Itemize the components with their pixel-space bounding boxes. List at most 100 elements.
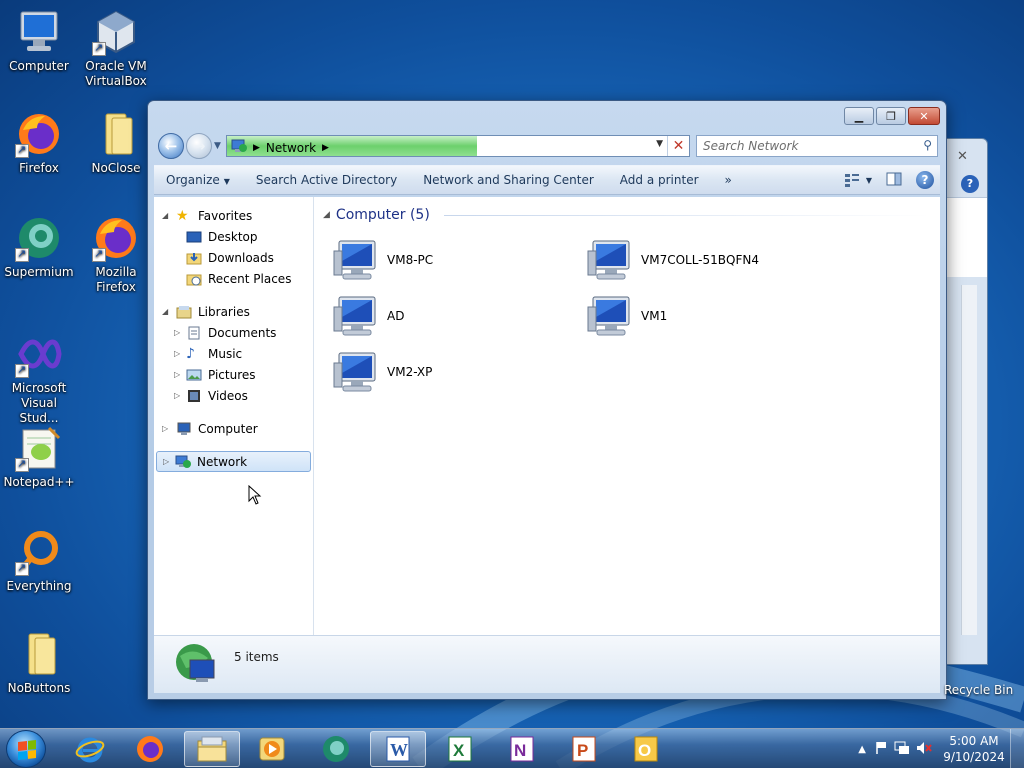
svg-text:O: O <box>638 741 651 760</box>
star-icon: ★ <box>176 207 189 224</box>
address-bar[interactable]: ▶ Network ▶ ▼ ✕ <box>226 135 690 157</box>
network-computer-item[interactable]: VM8-PC <box>333 237 573 283</box>
downloads-folder-icon <box>186 251 202 265</box>
desktop-icon <box>186 230 202 244</box>
collapse-triangle-icon[interactable]: ◢ <box>323 210 330 220</box>
collapsed-triangle-icon[interactable]: ▷ <box>163 457 169 466</box>
nav-libraries[interactable]: ◢ Libraries <box>154 301 313 322</box>
more-commands-button[interactable]: » <box>713 173 746 187</box>
desktop-icon-virtualbox[interactable]: Oracle VM VirtualBox <box>78 8 154 89</box>
desktop-icon-noclose[interactable]: NoClose <box>78 110 154 176</box>
desktop-icon-everything[interactable]: Everything <box>1 528 77 594</box>
network-computer-item[interactable]: VM2-XP <box>333 349 573 395</box>
breadcrumb-chevron-icon[interactable]: ▶ <box>322 143 329 153</box>
desktop-icon-label: Supermium <box>4 265 74 279</box>
desktop-icon-computer[interactable]: Computer <box>1 8 77 74</box>
volume-muted-icon[interactable] <box>916 741 932 758</box>
taskbar-media-player[interactable] <box>244 731 300 767</box>
videos-icon <box>186 389 202 403</box>
address-dropdown-icon[interactable]: ▼ <box>656 139 663 149</box>
network-computer-item[interactable]: VM7COLL-51BQFN4 <box>587 237 827 283</box>
taskbar-onenote[interactable]: N <box>494 731 550 767</box>
start-button[interactable] <box>6 730 46 768</box>
nav-documents[interactable]: ▷ Documents <box>154 322 313 343</box>
desktop-icon-label: Mozilla Firefox <box>95 265 137 294</box>
show-desktop-button[interactable] <box>1010 729 1024 768</box>
back-button[interactable]: ← <box>158 133 184 159</box>
action-center-flag-icon[interactable] <box>874 741 888 758</box>
show-hidden-icons-button[interactable]: ▲ <box>858 744 866 755</box>
network-computer-icon <box>333 351 379 393</box>
word-icon: W <box>386 736 410 762</box>
close-button[interactable]: ✕ <box>908 107 940 125</box>
desktop-icon-visual-studio[interactable]: Microsoft Visual Stud... <box>1 330 77 426</box>
svg-text:X: X <box>453 741 465 760</box>
desktop-icon-label: Oracle VM VirtualBox <box>85 59 147 88</box>
network-globe-icon <box>172 640 220 691</box>
desktop-icon-firefox[interactable]: Firefox <box>1 110 77 176</box>
details-pane: 5 items <box>154 635 940 693</box>
desktop-icon-mozilla-firefox[interactable]: Mozilla Firefox <box>78 214 154 295</box>
nav-desktop[interactable]: Desktop <box>154 226 313 247</box>
scrollbar[interactable] <box>961 285 977 635</box>
nav-videos[interactable]: ▷ Videos <box>154 385 313 406</box>
network-sharing-center-button[interactable]: Network and Sharing Center <box>411 173 608 187</box>
clock[interactable]: 5:00 AM 9/10/2024 <box>938 733 1010 765</box>
search-box[interactable]: ⚲ <box>696 135 938 157</box>
restore-button[interactable]: ❐ <box>876 107 906 125</box>
breadcrumb-network[interactable]: Network <box>266 141 316 155</box>
collapsed-triangle-icon[interactable]: ▷ <box>174 349 180 358</box>
expanded-triangle-icon[interactable]: ◢ <box>162 307 168 316</box>
recent-pages-dropdown[interactable]: ▼ <box>214 141 221 151</box>
recent-places-icon <box>186 272 202 286</box>
search-icon[interactable]: ⚲ <box>923 138 932 152</box>
network-computer-item[interactable]: AD <box>333 293 573 339</box>
recycle-bin-label[interactable]: Recycle Bin <box>944 683 1013 697</box>
nav-pictures[interactable]: ▷ Pictures <box>154 364 313 385</box>
desktop-icon-supermium[interactable]: Supermium <box>1 214 77 280</box>
taskbar-outlook[interactable]: O <box>618 731 674 767</box>
taskbar-powerpoint[interactable]: P <box>556 731 612 767</box>
collapsed-triangle-icon[interactable]: ▷ <box>174 391 180 400</box>
add-printer-button[interactable]: Add a printer <box>608 173 713 187</box>
breadcrumb-chevron-icon[interactable]: ▶ <box>253 143 260 153</box>
nav-favorites[interactable]: ◢ ★ Favorites <box>154 205 313 226</box>
desktop-icon-notepadpp[interactable]: Notepad++ <box>1 424 77 490</box>
media-player-icon <box>259 737 285 761</box>
shortcut-arrow-icon <box>92 40 106 56</box>
group-header-computer[interactable]: ◢ Computer (5) <box>323 207 930 223</box>
nav-network[interactable]: ▷ Network <box>156 451 311 472</box>
background-window[interactable]: ✕ ? <box>940 138 988 665</box>
nav-music[interactable]: ▷ ♪ Music <box>154 343 313 364</box>
nav-computer[interactable]: ▷ Computer <box>154 418 313 439</box>
network-computer-item[interactable]: VM1 <box>587 293 827 339</box>
collapsed-triangle-icon[interactable]: ▷ <box>174 370 180 379</box>
taskbar-ie[interactable] <box>62 731 118 767</box>
taskbar-supermium[interactable] <box>308 731 364 767</box>
taskbar-explorer[interactable] <box>184 731 240 767</box>
network-status-icon[interactable] <box>894 741 910 758</box>
minimize-button[interactable]: ▁ <box>844 107 874 125</box>
taskbar-word[interactable]: W <box>370 731 426 767</box>
network-computer-icon <box>333 295 379 337</box>
help-icon[interactable]: ? <box>961 175 979 193</box>
stop-icon[interactable]: ✕ <box>667 136 689 156</box>
search-input[interactable] <box>697 136 907 156</box>
expanded-triangle-icon[interactable]: ◢ <box>162 211 168 220</box>
everything-icon <box>15 528 63 576</box>
preview-pane-button[interactable] <box>886 172 902 189</box>
forward-button[interactable]: → <box>186 133 212 159</box>
taskbar-firefox[interactable] <box>122 731 178 767</box>
taskbar-excel[interactable]: X <box>432 731 488 767</box>
change-view-button[interactable]: ▼ <box>844 173 872 187</box>
help-button[interactable]: ? <box>916 171 934 189</box>
organize-button[interactable]: Organize ▼ <box>154 173 244 187</box>
close-icon[interactable]: ✕ <box>957 149 968 164</box>
collapsed-triangle-icon[interactable]: ▷ <box>174 328 180 337</box>
outlook-icon: O <box>634 736 658 762</box>
nav-recent-places[interactable]: Recent Places <box>154 268 313 289</box>
search-active-directory-button[interactable]: Search Active Directory <box>244 173 411 187</box>
nav-downloads[interactable]: Downloads <box>154 247 313 268</box>
desktop-icon-nobuttons[interactable]: NoButtons <box>1 630 77 696</box>
collapsed-triangle-icon[interactable]: ▷ <box>162 424 168 433</box>
